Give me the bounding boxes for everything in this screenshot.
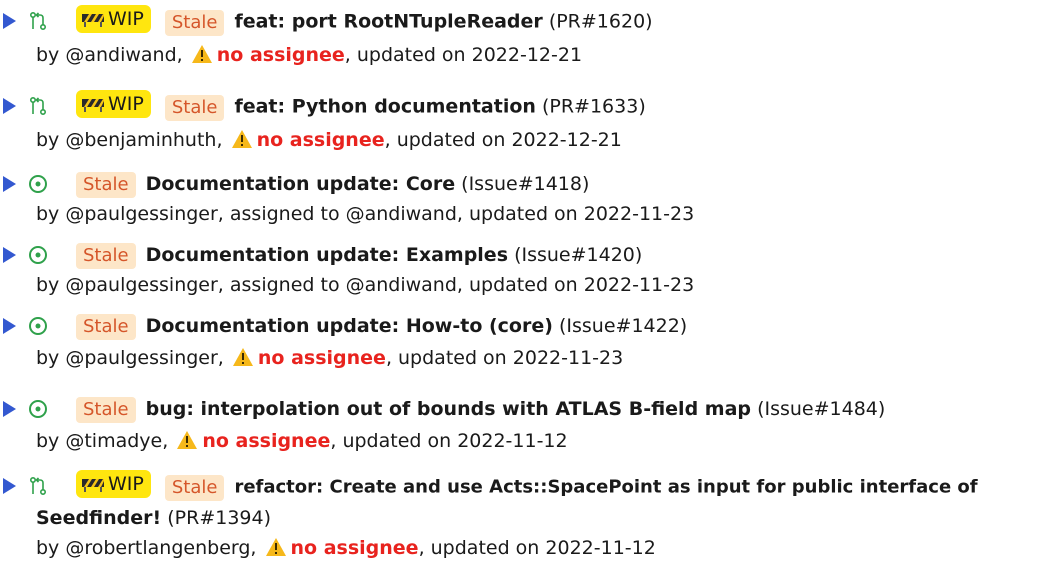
- item-title[interactable]: Documentation update: Examples: [146, 244, 508, 266]
- item-title[interactable]: Documentation update: Core: [146, 173, 456, 195]
- author-text: by @robertlangenberg,: [36, 537, 257, 559]
- item-title-line: WIP Stale feat: port RootNTupleReader (PR#…: [76, 5, 653, 36]
- list-item[interactable]: Stale Documentation update: How-to (core)…: [0, 313, 1064, 373]
- item-title-line: Stale Documentation update: Examples (Iss…: [76, 242, 642, 269]
- stale-badge: Stale: [164, 9, 225, 36]
- pull-request-icon: [28, 11, 48, 36]
- item-title[interactable]: bug: interpolation out of bounds with AT…: [146, 398, 751, 420]
- issue-open-icon: [28, 245, 48, 270]
- author-text: by @paulgessinger,: [36, 347, 224, 369]
- stale-badge: Stale: [76, 314, 136, 340]
- item-meta: by @robertlangenberg, no assignee, updat…: [36, 535, 656, 561]
- item-title-line: Stale Documentation update: Core (Issue#1…: [76, 171, 589, 198]
- item-ref[interactable]: (Issue#1422): [559, 315, 687, 337]
- list-item[interactable]: WIP Stale feat: port RootNTupleReader (PR#…: [0, 5, 1064, 68]
- list-item[interactable]: Stale bug: interpolation out of bounds wi…: [0, 396, 1064, 456]
- author-text: by @andiwand,: [36, 44, 183, 66]
- issue-open-icon: [28, 316, 48, 341]
- construction-icon: [82, 14, 104, 27]
- list-item[interactable]: Stale Documentation update: Examples (Iss…: [0, 242, 1064, 302]
- stale-badge: Stale: [76, 172, 136, 198]
- updated-text: , updated on 2022-12-21: [344, 44, 583, 66]
- item-meta: by @paulgessinger, no assignee, updated …: [36, 345, 623, 371]
- item-title[interactable]: Documentation update: How-to (core): [146, 315, 553, 337]
- updated-text: , updated on 2022-11-12: [418, 537, 656, 559]
- wip-badge: WIP: [76, 470, 151, 498]
- pull-request-icon: [28, 96, 48, 121]
- item-ref[interactable]: (Issue#1484): [757, 398, 885, 420]
- item-title-line: Stale Documentation update: How-to (core)…: [76, 313, 687, 340]
- expand-triangle-icon[interactable]: [3, 247, 16, 263]
- item-title[interactable]: feat: Python documentation: [234, 96, 535, 118]
- item-title[interactable]: feat: port RootNTupleReader: [234, 11, 542, 33]
- item-meta: by @andiwand, no assignee, updated on 20…: [36, 42, 582, 68]
- expand-triangle-icon[interactable]: [3, 98, 16, 114]
- list-item[interactable]: WIP Stale feat: Python documentation (PR#1…: [0, 90, 1064, 153]
- wip-badge: WIP: [76, 90, 151, 118]
- wip-badge: WIP: [76, 5, 151, 33]
- item-title[interactable]: refactor: Create and use Acts::SpacePoin…: [234, 477, 977, 498]
- issue-open-icon: [28, 174, 48, 199]
- warning-icon: [191, 45, 212, 63]
- updated-text: , updated on 2022-11-23: [385, 347, 624, 369]
- item-meta: by @benjaminhuth, no assignee, updated o…: [36, 127, 622, 153]
- item-ref[interactable]: (Issue#1418): [461, 173, 589, 195]
- author-text: by @benjaminhuth,: [36, 129, 223, 151]
- stale-badge: Stale: [164, 474, 225, 501]
- author-text: by @timadye,: [36, 430, 169, 452]
- expand-triangle-icon[interactable]: [3, 478, 16, 494]
- item-ref[interactable]: (PR#1394): [167, 507, 271, 529]
- item-title-line: WIP Stale refactor: Create and use Acts::S…: [76, 470, 978, 501]
- item-title-cont[interactable]: Seedfinder!: [36, 507, 161, 529]
- item-meta: by @timadye, no assignee, updated on 202…: [36, 428, 568, 454]
- no-assignee-text: no assignee: [216, 44, 345, 66]
- expand-triangle-icon[interactable]: [3, 176, 16, 192]
- item-meta: by @paulgessinger, assigned to @andiwand…: [36, 274, 695, 296]
- warning-icon: [231, 130, 252, 148]
- item-title-line: Stale bug: interpolation out of bounds wi…: [76, 396, 885, 423]
- item-ref[interactable]: (PR#1620): [549, 11, 653, 33]
- updated-text: , updated on 2022-11-12: [330, 430, 568, 452]
- item-ref[interactable]: (Issue#1420): [514, 244, 642, 266]
- expand-triangle-icon[interactable]: [3, 13, 16, 29]
- no-assignee-text: no assignee: [202, 430, 331, 452]
- updated-text: , updated on 2022-12-21: [384, 129, 622, 151]
- stale-badge: Stale: [76, 243, 136, 269]
- no-assignee-text: no assignee: [257, 347, 386, 369]
- list-item[interactable]: Stale Documentation update: Core (Issue#1…: [0, 171, 1064, 231]
- stale-badge: Stale: [164, 94, 225, 121]
- construction-icon: [82, 99, 104, 112]
- warning-icon: [265, 538, 286, 556]
- item-title-continuation: Seedfinder! (PR#1394): [36, 505, 271, 531]
- warning-icon: [177, 431, 198, 449]
- item-meta: by @paulgessinger, assigned to @andiwand…: [36, 203, 695, 225]
- issue-open-icon: [28, 399, 48, 424]
- construction-icon: [82, 479, 104, 492]
- item-title-line: WIP Stale feat: Python documentation (PR#1…: [76, 90, 646, 121]
- pull-request-icon: [28, 476, 48, 501]
- expand-triangle-icon[interactable]: [3, 318, 16, 334]
- item-ref[interactable]: (PR#1633): [542, 96, 646, 118]
- warning-icon: [232, 348, 253, 366]
- stale-badge: Stale: [76, 397, 136, 423]
- list-item[interactable]: WIP Stale refactor: Create and use Acts::S…: [0, 470, 1064, 563]
- no-assignee-text: no assignee: [290, 537, 419, 559]
- expand-triangle-icon[interactable]: [3, 401, 16, 417]
- issue-pr-list: WIP Stale feat: port RootNTupleReader (PR#…: [0, 0, 1064, 564]
- no-assignee-text: no assignee: [256, 129, 385, 151]
